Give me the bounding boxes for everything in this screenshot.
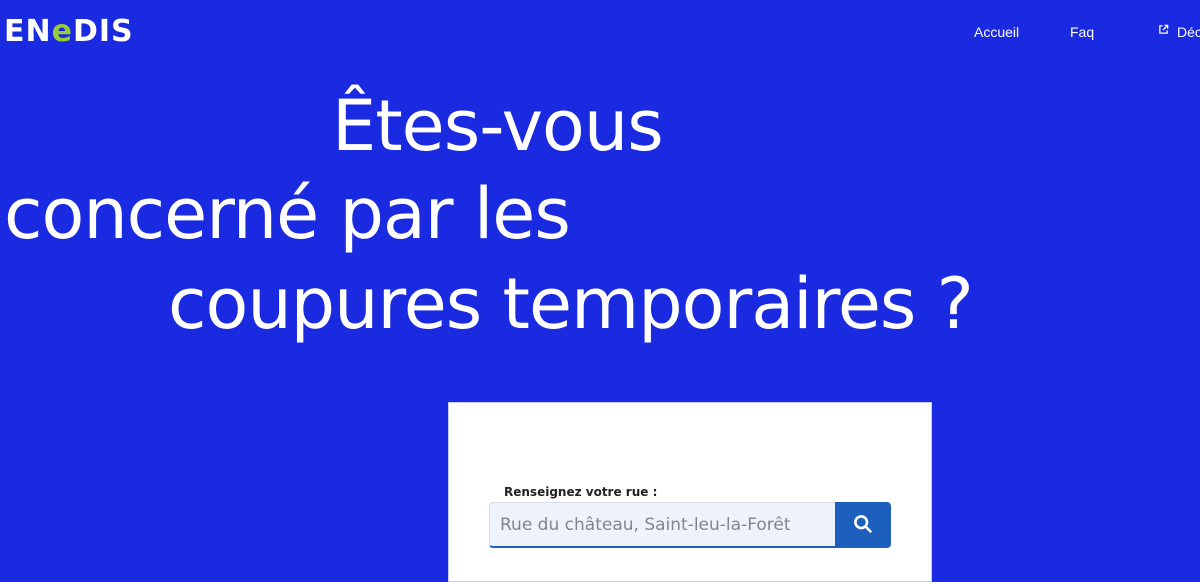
hero-title-line-3: coupures temporaires ? xyxy=(168,263,974,345)
nav-link-label: Faq xyxy=(1070,24,1095,40)
enedis-logo[interactable]: EN e DIS xyxy=(4,16,134,48)
street-field-label: Renseignez votre rue : xyxy=(504,485,658,499)
search-card: Renseignez votre rue : xyxy=(448,402,932,582)
nav-link-label: Déc xyxy=(1177,24,1200,40)
hero-title-line-2: concerné par les xyxy=(4,173,571,255)
logo-text-end: DIS xyxy=(72,14,134,49)
search-button[interactable] xyxy=(835,502,891,548)
hero-title-line-1: Êtes-vous xyxy=(332,85,664,167)
search-icon xyxy=(853,514,873,537)
logo-text-accent: e xyxy=(51,14,73,49)
nav-link-external[interactable]: Déc xyxy=(1158,22,1200,42)
logo-text-start: EN xyxy=(4,14,52,49)
external-link-icon xyxy=(1158,24,1169,35)
nav-link-faq[interactable]: Faq xyxy=(1070,22,1094,42)
nav-link-accueil[interactable]: Accueil xyxy=(974,22,1019,42)
nav-link-label: Accueil xyxy=(974,24,1020,40)
street-search-input[interactable] xyxy=(489,502,836,548)
